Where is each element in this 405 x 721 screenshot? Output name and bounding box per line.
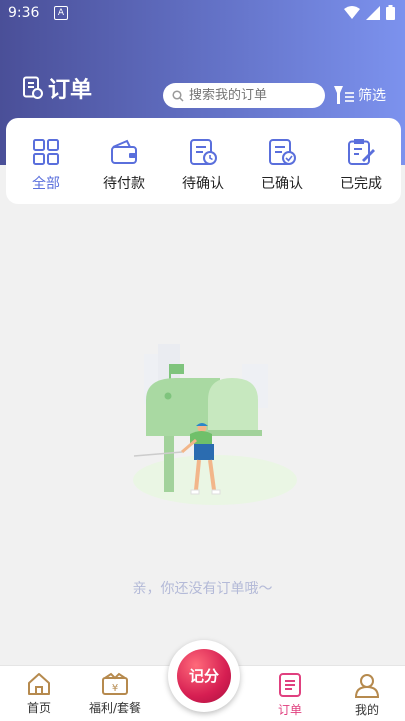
tab-awaiting-confirmation[interactable]: 待确认	[168, 138, 238, 193]
nav-label: 福利/套餐	[88, 701, 142, 715]
status-icons	[344, 5, 395, 20]
nav-label: 我的	[354, 703, 379, 717]
tab-all[interactable]: 全部	[11, 138, 81, 193]
search-icon	[172, 89, 184, 102]
nav-item-benefits[interactable]: ¥ 福利/套餐	[80, 672, 150, 716]
completed-edit-icon	[348, 139, 375, 165]
tab-pending-payment[interactable]: 待付款	[89, 138, 159, 193]
score-button[interactable]: 记分	[168, 640, 240, 712]
empty-mailbox-illustration	[133, 344, 297, 505]
status-bar: 9:36 A	[0, 0, 405, 28]
tab-label: 全部	[32, 176, 60, 192]
profile-icon	[354, 674, 380, 698]
tab-label: 已确认	[261, 176, 303, 192]
tab-label: 已完成	[340, 176, 382, 192]
nav-item-profile[interactable]: 我的	[332, 672, 402, 718]
score-button-label: 记分	[177, 649, 231, 703]
wallet-icon	[111, 139, 137, 164]
gift-box-icon: ¥	[102, 672, 128, 695]
filter-button[interactable]: 筛选	[333, 85, 386, 105]
tab-completed[interactable]: 已完成	[326, 138, 396, 193]
grid-icon	[33, 139, 59, 165]
page-title: 订单	[48, 78, 93, 103]
pending-clock-icon	[190, 139, 217, 165]
nav-item-home[interactable]: 首页	[4, 672, 74, 716]
filter-label: 筛选	[358, 88, 386, 104]
page-title-area: 订单	[22, 72, 92, 104]
search-box[interactable]	[163, 83, 325, 108]
nav-item-orders[interactable]: 订单	[255, 672, 325, 718]
order-list-icon	[279, 673, 301, 697]
filter-icon	[334, 86, 354, 104]
notification-icon: A	[54, 6, 68, 20]
signal-icon	[366, 5, 380, 20]
wifi-icon	[344, 6, 360, 19]
empty-state-message: 亲，你还没有订单哦～	[132, 581, 273, 597]
order-status-tabs: 全部 待付款 待确认 已确认 已完成	[6, 118, 401, 204]
tab-label: 待付款	[103, 176, 145, 192]
home-icon	[28, 673, 50, 695]
battery-icon	[386, 5, 395, 20]
order-document-icon	[23, 76, 43, 99]
nav-label: 订单	[277, 703, 302, 717]
status-time: 9:36	[8, 5, 40, 21]
confirmed-check-icon	[269, 139, 296, 165]
nav-label: 首页	[26, 701, 51, 715]
tab-label: 待确认	[182, 176, 224, 192]
svg-text:¥: ¥	[112, 683, 118, 694]
tab-confirmed[interactable]: 已确认	[247, 138, 317, 193]
search-input[interactable]	[189, 88, 314, 103]
